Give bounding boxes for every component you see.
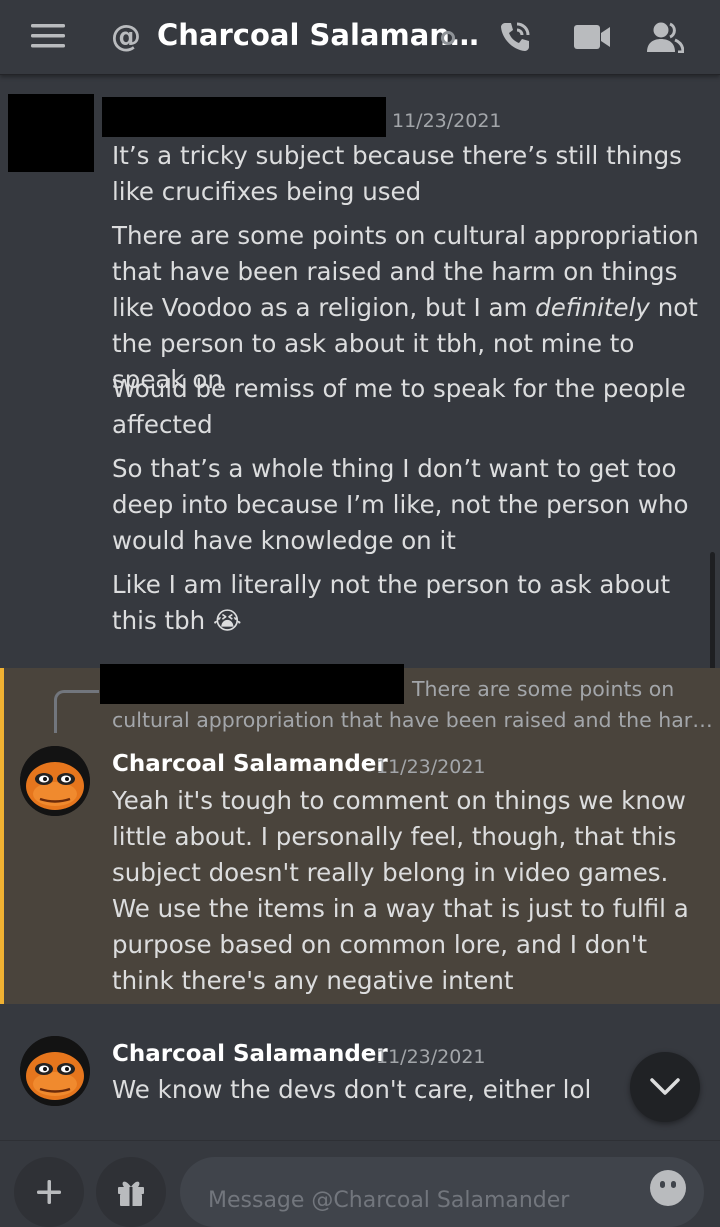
reply-preview[interactable]: There are some points on (412, 677, 674, 701)
message-timestamp: 11/23/2021 (376, 1046, 486, 1068)
message-timestamp: 11/23/2021 (376, 756, 486, 778)
plus-icon (37, 1180, 61, 1204)
message-body: We know the devs don't care, either lol (112, 1075, 592, 1104)
message-body: Yeah it's tough to comment on things we … (112, 786, 689, 995)
reply-preview[interactable]: cultural appropriation that have been ra… (112, 708, 713, 732)
reply-connector (54, 690, 99, 733)
jump-to-bottom-button[interactable] (630, 1052, 700, 1122)
message-line: Would be remiss of me to speak for the p… (112, 374, 686, 439)
emphasis-text: definitely (535, 293, 650, 322)
redacted-reply-author (100, 664, 404, 704)
message-line: So that’s a whole thing I don’t want to … (112, 454, 689, 555)
call-button[interactable] (492, 14, 538, 60)
members-button[interactable] (642, 14, 688, 60)
at-icon: @ (111, 18, 141, 54)
video-icon (574, 25, 610, 49)
redacted-username (102, 97, 386, 137)
status-dot-icon (440, 30, 456, 46)
avatar-face-icon (20, 746, 90, 816)
message-line: Like I am literally not the person to as… (112, 567, 702, 639)
gift-button[interactable] (96, 1157, 166, 1227)
attach-button[interactable] (14, 1157, 84, 1227)
call-icon (501, 22, 530, 51)
avatar-face-icon (20, 1036, 90, 1106)
channel-header: @ Charcoal Salaman… (0, 0, 720, 75)
members-icon (647, 22, 684, 53)
menu-icon (31, 24, 65, 48)
emoji-icon[interactable] (650, 1170, 686, 1206)
chevron-down-icon (650, 1078, 680, 1095)
message-timestamp: 11/23/2021 (392, 110, 502, 132)
message-line: It’s a tricky subject because there’s st… (112, 141, 682, 206)
message-author[interactable]: Charcoal Salamander (112, 1041, 388, 1067)
avatar[interactable] (20, 746, 90, 816)
message-text: Like I am literally not the person to as… (112, 570, 671, 635)
crying-emoji-icon: 😭 (212, 606, 242, 635)
menu-button[interactable] (28, 20, 68, 52)
gift-icon (118, 1181, 144, 1206)
video-call-button[interactable] (569, 14, 615, 60)
message-input[interactable] (180, 1157, 704, 1227)
message-author[interactable]: Charcoal Salamander (112, 751, 388, 777)
avatar[interactable] (20, 1036, 90, 1106)
channel-title[interactable]: Charcoal Salaman… (157, 18, 479, 52)
redacted-avatar (8, 94, 94, 172)
